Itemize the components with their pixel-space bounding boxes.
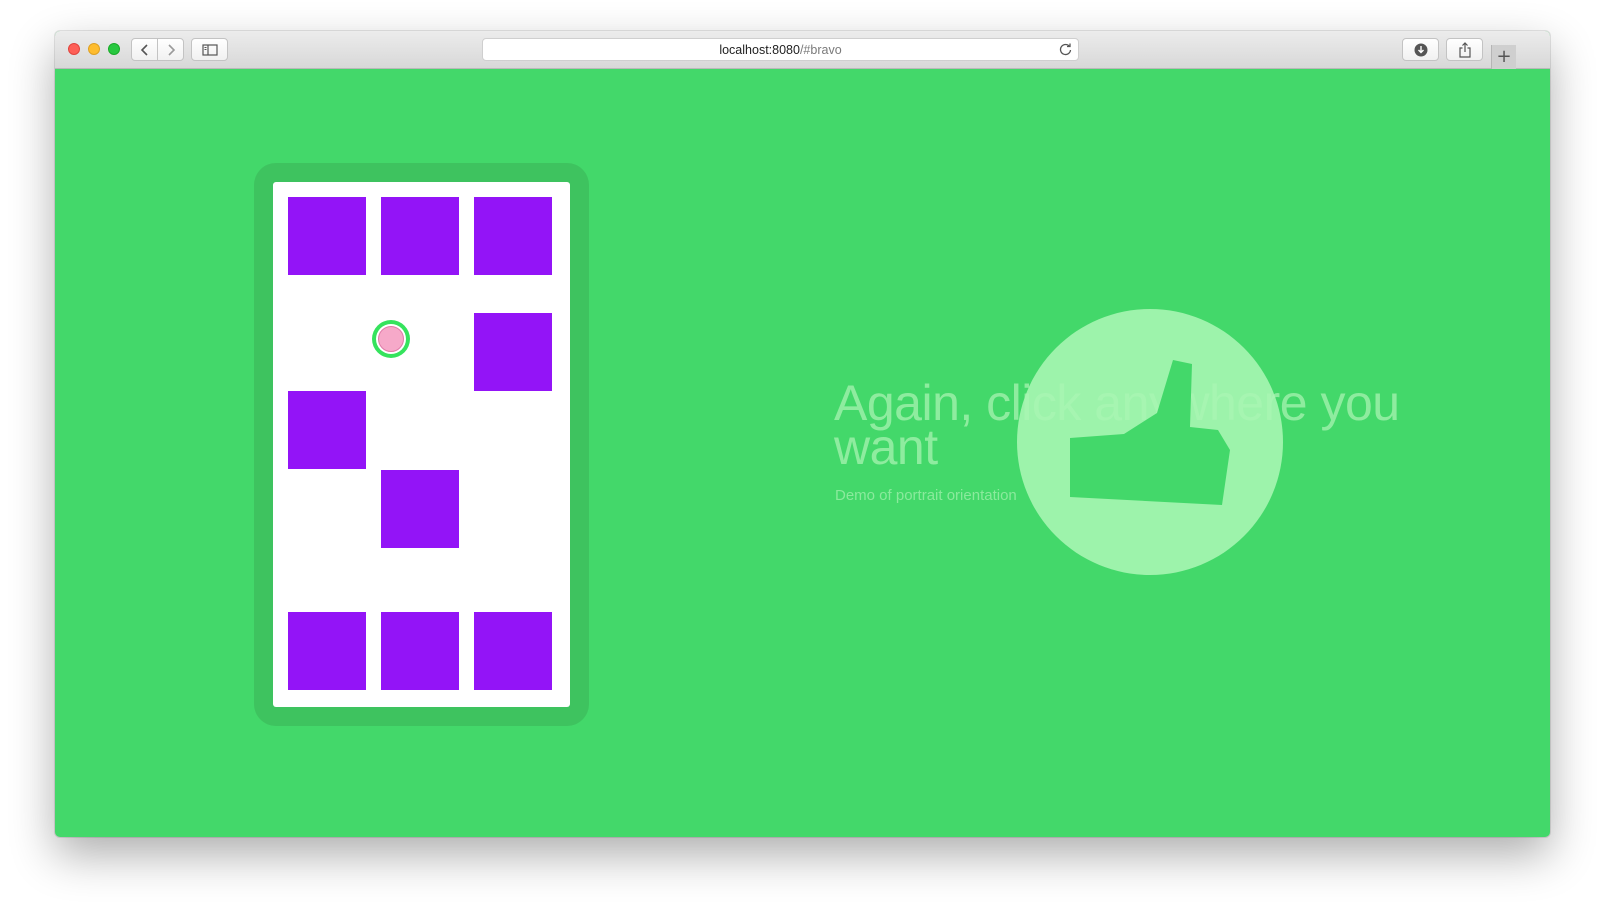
browser-window: localhost:8080/#bravo + Again, you want … [55,31,1550,837]
game-board[interactable] [273,182,570,707]
plus-icon: + [1496,46,1512,67]
board-tile [288,197,366,275]
subtitle: Demo of portrait orientation [835,487,1017,504]
phone-frame [254,163,589,726]
ball-core [376,324,406,354]
browser-toolbar: localhost:8080/#bravo + [55,31,1550,69]
minimize-window-button[interactable] [88,43,100,55]
close-window-button[interactable] [68,43,80,55]
board-tile [288,612,366,690]
download-icon [1414,43,1427,56]
zoom-window-button[interactable] [108,43,120,55]
board-tile [288,391,366,469]
board-tile [474,313,552,391]
downloads-button[interactable] [1402,38,1439,61]
sidebar-toggle-button[interactable] [191,38,228,61]
address-bar[interactable]: localhost:8080/#bravo [482,38,1079,61]
forward-button[interactable] [157,38,184,61]
thumbs-up-icon [1070,360,1230,505]
ball [372,320,410,358]
reload-icon[interactable] [1058,42,1073,57]
new-tab-button[interactable]: + [1491,45,1516,69]
url-host: localhost:8080 [719,42,800,57]
chevron-left-icon [140,43,148,56]
share-icon [1458,41,1471,58]
board-tile [381,612,459,690]
thumbs-up-badge [1017,309,1283,575]
chevron-right-icon [167,43,175,56]
board-tile [381,197,459,275]
board-tile [381,470,459,548]
sidebar-icon [201,43,218,56]
board-tile [474,612,552,690]
back-button[interactable] [131,38,158,61]
share-button[interactable] [1446,38,1483,61]
url-path: /#bravo [799,42,842,57]
page-content[interactable]: Again, click anywhere you want Demo of p… [55,69,1550,837]
board-tile [474,197,552,275]
